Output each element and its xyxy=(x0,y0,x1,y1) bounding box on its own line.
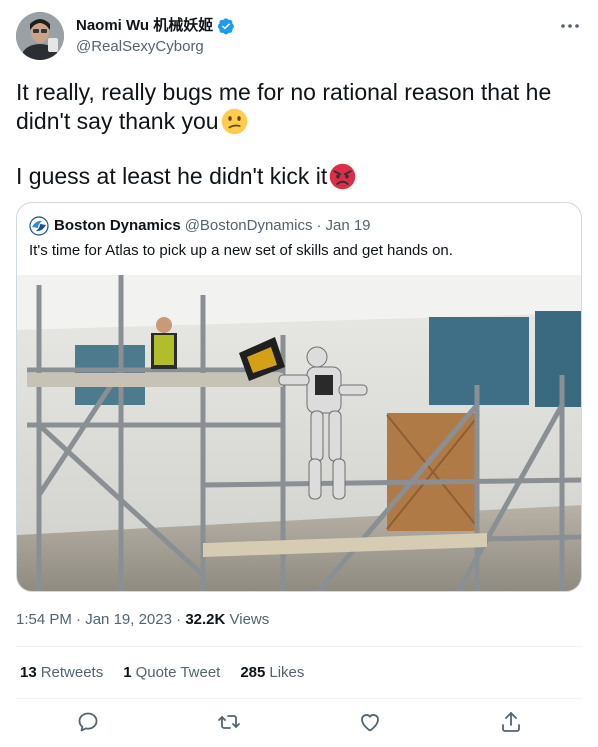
quoted-text: It's time for Atlas to pick up a new set… xyxy=(29,242,453,259)
separator: · xyxy=(176,611,182,628)
likes-stat[interactable]: 285 Likes xyxy=(240,663,304,683)
views-count: 32.2K xyxy=(185,611,226,628)
tweet-stats: 13 Retweets 1 Quote Tweet 285 Likes xyxy=(20,663,304,683)
divider xyxy=(16,646,582,647)
tweet-line: I guess at least he didn't kick it xyxy=(16,163,328,189)
quoted-author-handle[interactable]: @BostonDynamics xyxy=(185,216,313,236)
avatar[interactable] xyxy=(16,12,64,60)
likes-count: 285 xyxy=(240,664,266,681)
author-name[interactable]: Naomi Wu 机械妖姬 xyxy=(76,16,213,36)
retweets-label: Retweets xyxy=(40,664,104,681)
tweet-line-with-emoji: I guess at least he didn't kick it xyxy=(16,162,582,191)
retweets-stat[interactable]: 13 Retweets xyxy=(20,663,103,683)
tweet-meta: 1:54 PM · Jan 19, 2023 · 32.2K Views xyxy=(16,610,269,630)
views-label: Views xyxy=(229,611,270,628)
retweet-icon[interactable] xyxy=(217,710,241,734)
quoted-date[interactable]: Jan 19 xyxy=(325,216,370,236)
share-icon[interactable] xyxy=(499,710,523,734)
separator: · xyxy=(316,217,322,234)
confused-face-icon xyxy=(221,108,247,135)
tweet-text: It really, really bugs me for no rationa… xyxy=(16,78,582,191)
quoted-media-image[interactable] xyxy=(17,275,582,592)
tweet-line-with-emoji: didn't say thank you xyxy=(16,107,582,136)
tweet-line: didn't say thank you xyxy=(16,108,219,134)
verified-badge-icon xyxy=(218,18,235,35)
quoted-tweet[interactable]: Boston Dynamics @BostonDynamics · Jan 19… xyxy=(16,202,582,592)
boston-dynamics-logo-icon xyxy=(29,216,49,236)
more-icon[interactable] xyxy=(558,16,582,36)
likes-label: Likes xyxy=(269,664,305,681)
like-icon[interactable] xyxy=(358,710,382,734)
divider xyxy=(16,698,582,699)
separator: · xyxy=(76,611,82,628)
quotes-label: Quote Tweet xyxy=(135,664,221,681)
angry-face-icon xyxy=(329,163,356,190)
tweet-date[interactable]: Jan 19, 2023 xyxy=(85,611,172,628)
quoted-author-name[interactable]: Boston Dynamics xyxy=(54,216,181,236)
quotes-stat[interactable]: 1 Quote Tweet xyxy=(123,663,220,683)
tweet-line: It really, really bugs me for no rationa… xyxy=(16,79,552,105)
tweet-actions xyxy=(0,708,598,736)
tweet-header: Naomi Wu 机械妖姬 @RealSexyCyborg xyxy=(16,12,582,64)
author-handle[interactable]: @RealSexyCyborg xyxy=(76,37,235,57)
reply-icon[interactable] xyxy=(76,710,100,734)
retweets-count: 13 xyxy=(20,664,37,681)
quotes-count: 1 xyxy=(123,664,132,681)
tweet-time[interactable]: 1:54 PM xyxy=(16,611,72,628)
